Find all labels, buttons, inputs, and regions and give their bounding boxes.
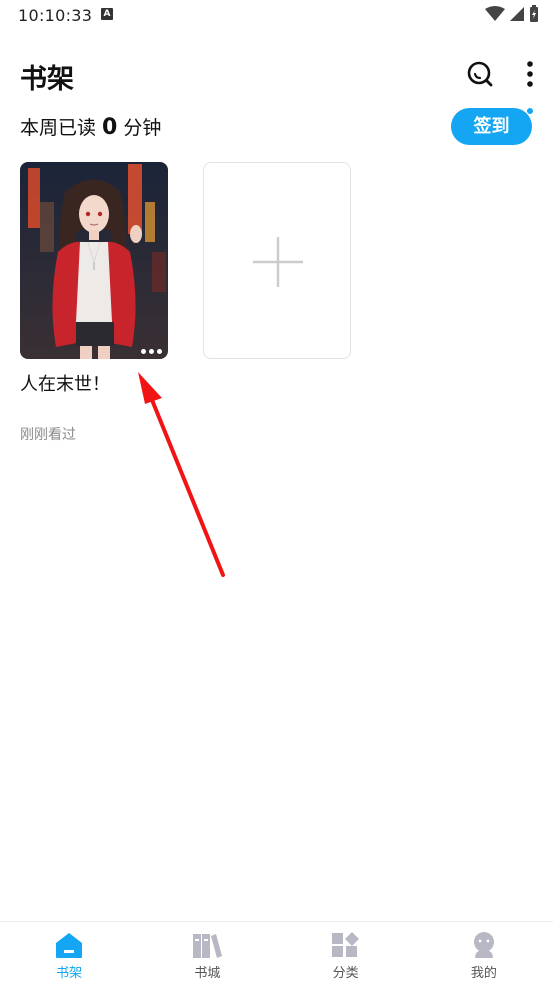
add-book-card[interactable] bbox=[203, 162, 351, 359]
plus-icon bbox=[253, 237, 303, 287]
annotation-arrow bbox=[138, 372, 225, 577]
dot bbox=[149, 349, 154, 354]
profile-icon bbox=[473, 932, 494, 958]
status-icons bbox=[485, 5, 539, 23]
nav-label-category: 分类 bbox=[332, 966, 359, 981]
page-title: 书架 bbox=[20, 64, 74, 95]
bookstore-icon bbox=[193, 934, 223, 958]
bookshelf-home-icon bbox=[56, 933, 83, 958]
dot bbox=[157, 349, 162, 354]
stats-minutes: 0 bbox=[102, 115, 118, 140]
anime-girl-cover-image bbox=[20, 162, 168, 359]
nav-label-profile: 我的 bbox=[470, 966, 497, 981]
book-title[interactable]: 人在末世！ bbox=[20, 370, 110, 396]
nav-label-bookstore: 书城 bbox=[194, 966, 221, 981]
category-icon bbox=[331, 932, 359, 957]
book-read-status: 刚刚看过 bbox=[20, 427, 76, 443]
nav-item-bookstore[interactable]: 书城 bbox=[138, 922, 276, 983]
checkin-button[interactable]: 签到 bbox=[451, 108, 532, 145]
status-time: 10:10:33 bbox=[18, 6, 93, 25]
nav-item-bookshelf[interactable]: 书架 bbox=[0, 922, 138, 983]
search-button[interactable] bbox=[464, 58, 496, 90]
stats-suffix: 分钟 bbox=[123, 117, 162, 139]
battery-icon bbox=[530, 5, 538, 22]
wifi-icon bbox=[485, 6, 505, 21]
more-button[interactable] bbox=[520, 58, 540, 90]
book-cover[interactable] bbox=[20, 162, 168, 359]
notification-icon: A bbox=[101, 8, 113, 20]
more-vertical-icon bbox=[527, 61, 533, 87]
book-options-button[interactable] bbox=[141, 349, 162, 354]
stats-prefix: 本周已读 bbox=[20, 117, 97, 139]
nav-label-bookshelf: 书架 bbox=[56, 966, 83, 981]
nav-item-profile[interactable]: 我的 bbox=[415, 922, 553, 983]
weekly-reading-stats: 本周已读 0 分钟 bbox=[20, 113, 161, 140]
nav-item-category[interactable]: 分类 bbox=[277, 922, 415, 983]
dot bbox=[141, 349, 146, 354]
bottom-nav: 书架 书城 分类 我的 bbox=[0, 921, 553, 983]
status-bar: 10:10:33 A bbox=[0, 0, 553, 30]
signal-icon bbox=[510, 7, 524, 21]
checkin-badge-dot bbox=[526, 107, 534, 115]
search-icon bbox=[467, 61, 493, 87]
